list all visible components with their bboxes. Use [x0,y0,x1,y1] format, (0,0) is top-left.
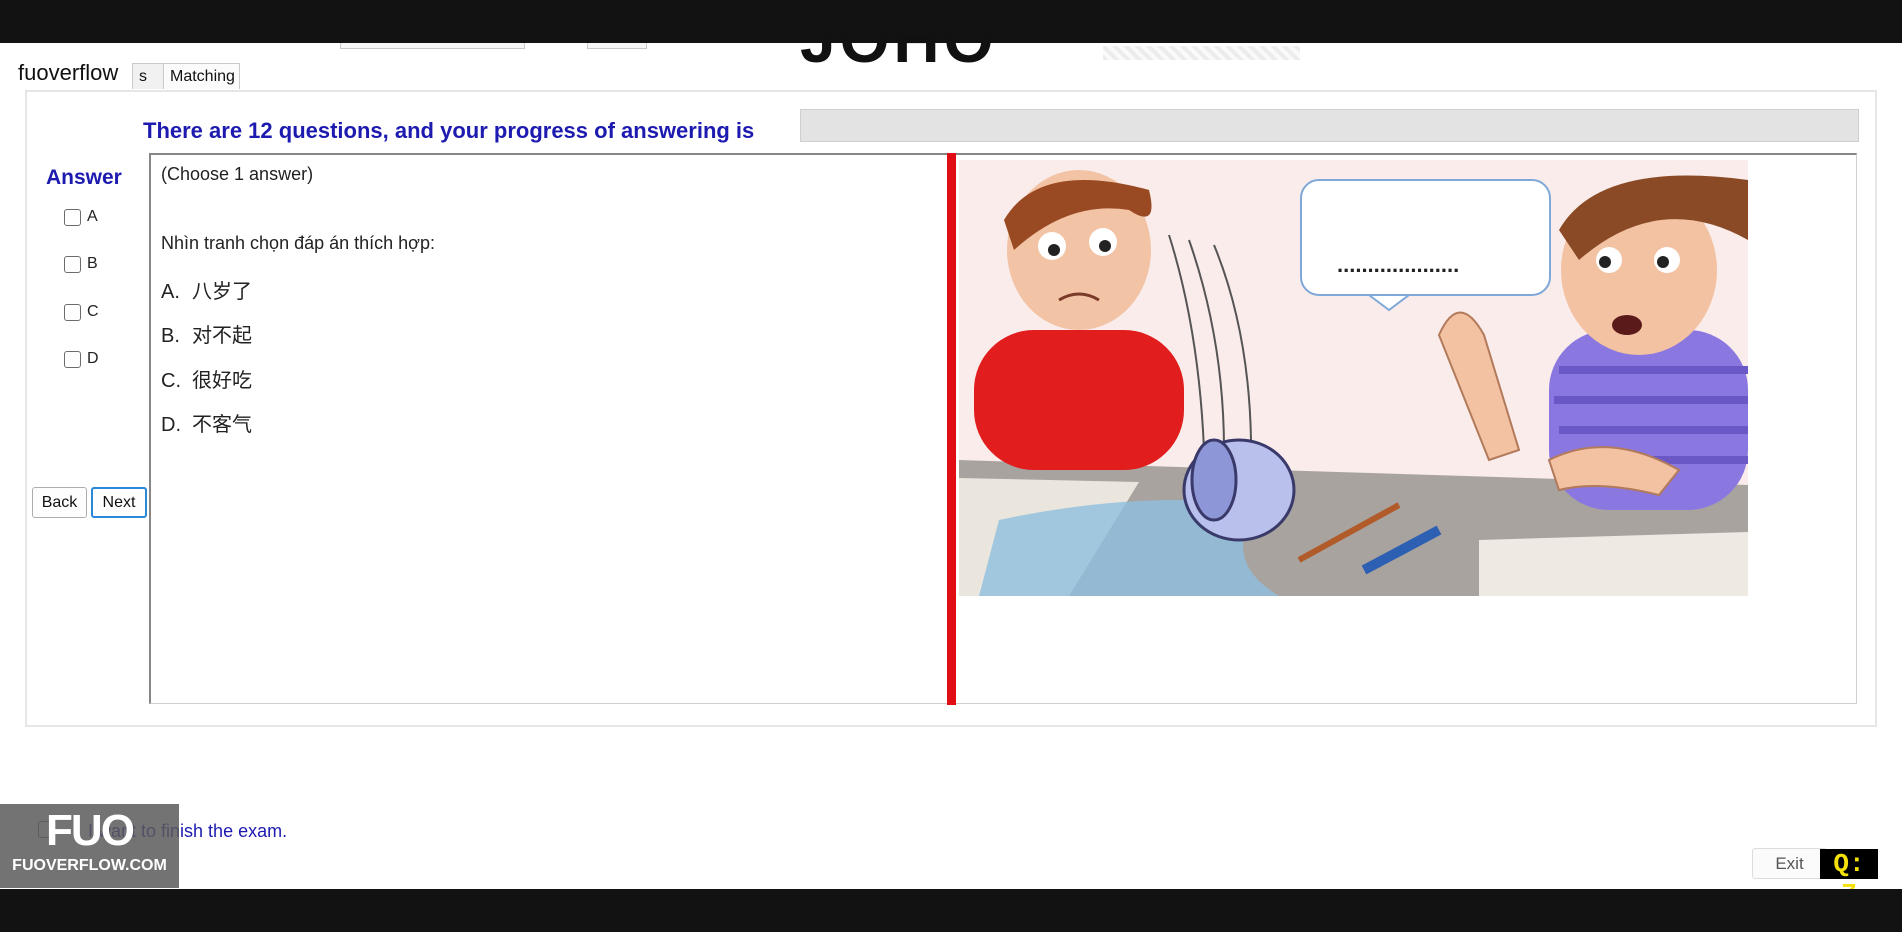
progress-label: There are 12 questions, and your progres… [143,118,755,143]
checker-pattern [1103,46,1300,60]
hidden-dropdown[interactable] [340,43,525,49]
question-illustration: .................... [959,160,1748,596]
answer-option-a[interactable]: A [64,208,98,226]
splitter-handle[interactable] [947,153,956,705]
next-button[interactable]: Next [91,487,147,518]
checkbox[interactable] [64,208,81,226]
question-instruction: (Choose 1 answer) [161,164,314,184]
choice-d: D. 不客气 [161,414,252,436]
tab-previous[interactable]: s [132,63,164,89]
brand-label: fuoverflow [0,58,129,90]
logo-mark: FUO [46,806,135,855]
speech-bubble-text: .................... [1337,252,1459,277]
question-prompt: Nhìn tranh chọn đáp án thích hợp: [161,233,435,253]
checkbox[interactable] [64,350,81,368]
checkbox[interactable] [64,303,81,321]
fuoverflow-logo: FUO FUOVERFLOW.COM [0,804,179,888]
choice-c: C. 很好吃 [161,370,252,392]
question-counter: Q: 7 [1820,849,1878,909]
tab-matching[interactable]: Matching [163,63,240,89]
choice-a: A. 八岁了 [161,281,252,303]
answer-title: Answer [46,166,122,189]
bottom-letterbox [0,889,1902,932]
answer-option-c[interactable]: C [64,303,99,321]
choice-b: B. 对不起 [161,325,252,347]
progress-bar [800,109,1859,142]
spilled-cup-scene-icon: .................... [959,160,1748,596]
answer-option-d[interactable]: D [64,350,99,368]
logo-name: FUOVERFLOW.COM [12,857,167,874]
hidden-input[interactable] [587,43,647,49]
checkbox[interactable] [64,255,81,273]
exit-button[interactable]: Exit [1752,848,1827,879]
answer-option-b[interactable]: B [64,255,98,273]
back-button[interactable]: Back [32,487,87,518]
